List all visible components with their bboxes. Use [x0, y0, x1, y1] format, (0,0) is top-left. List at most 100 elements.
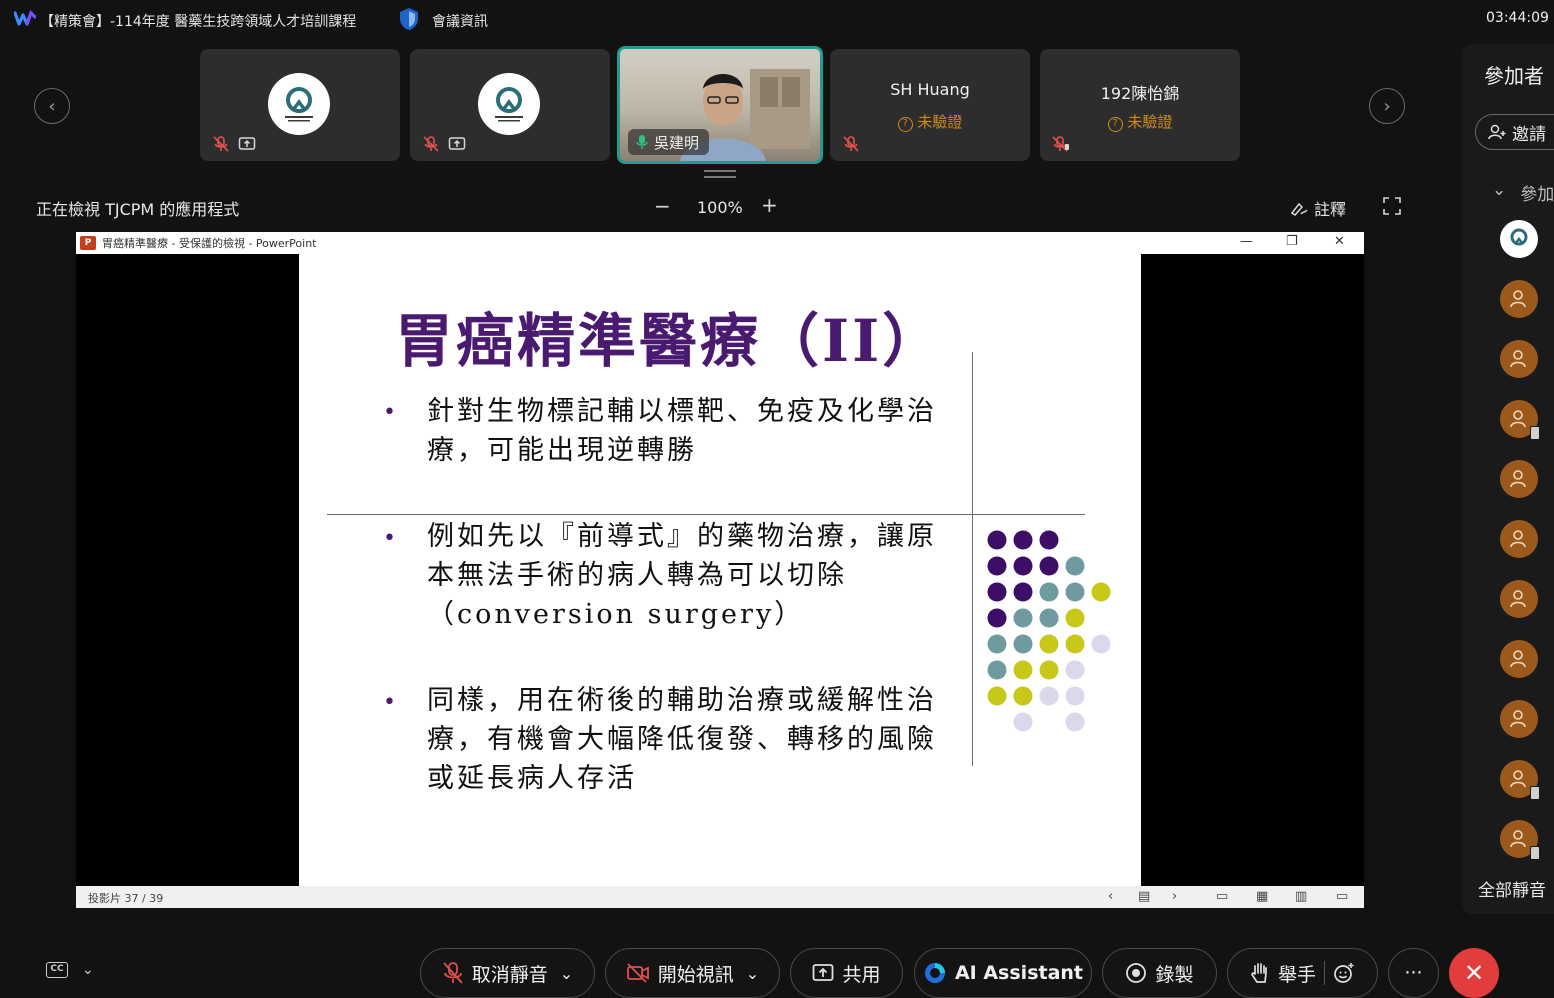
participants-title: 參加者: [1484, 64, 1544, 88]
decorative-dot: [1065, 686, 1085, 706]
meeting-info-link[interactable]: 會議資訊: [432, 11, 488, 31]
reading-view-icon[interactable]: ▥: [1295, 889, 1307, 904]
shield-icon[interactable]: [398, 7, 420, 31]
normal-view-icon[interactable]: ▭: [1216, 889, 1228, 904]
decorative-dot: [1039, 608, 1059, 628]
ppt-statusbar: 投影片 37 / 39 ‹ ▤ › ▭ ▦ ▥ ▭: [76, 886, 1364, 908]
mic-off-icon: [213, 136, 229, 152]
participant-thumbnail[interactable]: [200, 49, 400, 161]
bullet-text: 同樣，用在術後的輔助治療或緩解性治療，有機會大幅降低復發、轉移的風險或延長病人存…: [427, 685, 937, 794]
invite-button[interactable]: 邀請: [1475, 114, 1554, 150]
decorative-dot: [1039, 686, 1059, 706]
decorative-dot: [1065, 712, 1085, 732]
speaker-name: 吳建明: [654, 133, 700, 152]
organization-logo-icon: [495, 87, 523, 122]
participant-avatar[interactable]: [1500, 460, 1538, 498]
active-speaker-thumbnail[interactable]: 吳建明: [617, 46, 823, 164]
decorative-dot: [1013, 686, 1033, 706]
decorative-dot: [1065, 582, 1085, 602]
decorative-dot: [1013, 660, 1033, 680]
reactions-icon[interactable]: [1333, 962, 1355, 984]
share-button[interactable]: 共用: [790, 948, 903, 998]
chevron-down-icon: ⌄: [1492, 180, 1507, 200]
close-icon[interactable]: ✕: [1334, 234, 1345, 249]
participant-avatar[interactable]: [1500, 820, 1540, 860]
decorative-dot: [1013, 608, 1033, 628]
participant-avatar[interactable]: [1500, 400, 1540, 440]
record-button[interactable]: 錄製: [1102, 948, 1217, 998]
bullet-text: 針對生物標記輔以標靶、免疫及化學治療，可能出現逆轉勝: [427, 396, 937, 466]
bullet-marker: •: [383, 400, 396, 425]
participant-avatar[interactable]: [1500, 280, 1538, 318]
participant-avatar[interactable]: [1500, 700, 1538, 738]
meeting-clock: 03:44:09: [1486, 10, 1549, 26]
decorative-dot: [1065, 660, 1085, 680]
divider: [1324, 961, 1325, 985]
slide-divider-horizontal: [327, 514, 1085, 515]
raise-hand-button[interactable]: 舉手: [1227, 948, 1378, 998]
decorative-dot: [1013, 530, 1033, 550]
mute-all-button[interactable]: 全部靜音: [1478, 876, 1546, 901]
video-off-icon: [626, 963, 649, 983]
mic-off-icon: [423, 136, 439, 152]
more-options-button[interactable]: ···: [1388, 948, 1439, 998]
share-screen-icon: [448, 137, 466, 150]
next-thumbnails-button[interactable]: ›: [1369, 88, 1405, 124]
slide-title: 胃癌精準醫療（II）: [395, 307, 944, 375]
participant-avatar[interactable]: [1500, 520, 1538, 558]
minimize-icon[interactable]: —: [1240, 234, 1253, 249]
annotate-button[interactable]: 註釋: [1290, 196, 1346, 220]
decorative-dot: [1039, 660, 1059, 680]
ai-assistant-button[interactable]: AI Assistant: [914, 948, 1092, 998]
start-video-button[interactable]: 開始視訊 ⌄: [605, 948, 780, 998]
chevron-down-icon: ⌄: [745, 963, 760, 983]
user-icon: [1510, 290, 1526, 308]
participant-avatar[interactable]: [1500, 640, 1538, 678]
participant-thumbnail[interactable]: 192陳怡錦 ? 未驗證: [1040, 49, 1240, 161]
unmute-button[interactable]: 取消靜音 ⌄: [420, 948, 595, 998]
zoom-out-button[interactable]: −: [654, 194, 671, 218]
slideshow-icon[interactable]: ▭: [1336, 889, 1348, 904]
participant-thumbnail[interactable]: [410, 49, 610, 161]
decorative-dot: [987, 582, 1007, 602]
user-icon: [1510, 770, 1526, 788]
restore-icon[interactable]: ❐: [1286, 234, 1298, 249]
notes-icon[interactable]: ▤: [1138, 889, 1150, 904]
chevron-right-icon: ›: [1383, 95, 1391, 117]
decorative-dot: [1065, 634, 1085, 654]
meeting-title: 【精策會】-114年度 醫藥生技跨領域人才培訓課程: [40, 14, 357, 30]
participant-thumbnail[interactable]: SH Huang ? 未驗證: [830, 49, 1030, 161]
slide-sorter-icon[interactable]: ▦: [1256, 889, 1268, 904]
user-icon: [1510, 650, 1526, 668]
user-icon: [1510, 350, 1526, 368]
participant-avatar[interactable]: [1500, 760, 1540, 800]
raise-hand-icon: [1251, 963, 1267, 983]
participant-avatar[interactable]: [1500, 340, 1538, 378]
decorative-dot: [1065, 608, 1085, 628]
phone-icon: [1530, 426, 1540, 440]
ppt-titlebar: P 胃癌精準醫療 - 受保護的檢視 - PowerPoint — ❐ ✕: [76, 232, 1364, 254]
participants-section-header[interactable]: ⌄ 參加: [1492, 180, 1554, 205]
participant-name: 192陳怡錦: [1100, 84, 1180, 103]
decorative-dot: [987, 634, 1007, 654]
decorative-dot: [987, 556, 1007, 576]
decorative-dot: [1013, 582, 1033, 602]
participants-panel: 參加者 邀請 ⌄ 參加: [1462, 44, 1554, 914]
closed-captions-button[interactable]: CC ⌄: [46, 962, 94, 978]
zoom-in-button[interactable]: +: [761, 193, 778, 217]
prev-thumbnails-button[interactable]: ‹: [34, 88, 70, 124]
user-icon: [1510, 830, 1526, 848]
participant-avatar[interactable]: [1500, 220, 1538, 258]
next-slide-icon[interactable]: ›: [1172, 889, 1177, 904]
participant-avatar[interactable]: [1500, 580, 1538, 618]
resize-handle[interactable]: [704, 170, 736, 178]
fullscreen-icon[interactable]: [1383, 197, 1401, 215]
user-icon: [1510, 410, 1526, 428]
prev-slide-icon[interactable]: ‹: [1108, 889, 1113, 904]
bullet-marker: •: [383, 690, 396, 715]
decorative-dot: [987, 686, 1007, 706]
end-meeting-button[interactable]: ✕: [1449, 948, 1499, 998]
viewing-label: 正在檢視 TJCPM 的應用程式: [36, 200, 240, 219]
decorative-dot: [987, 660, 1007, 680]
close-icon: ✕: [1463, 959, 1485, 987]
